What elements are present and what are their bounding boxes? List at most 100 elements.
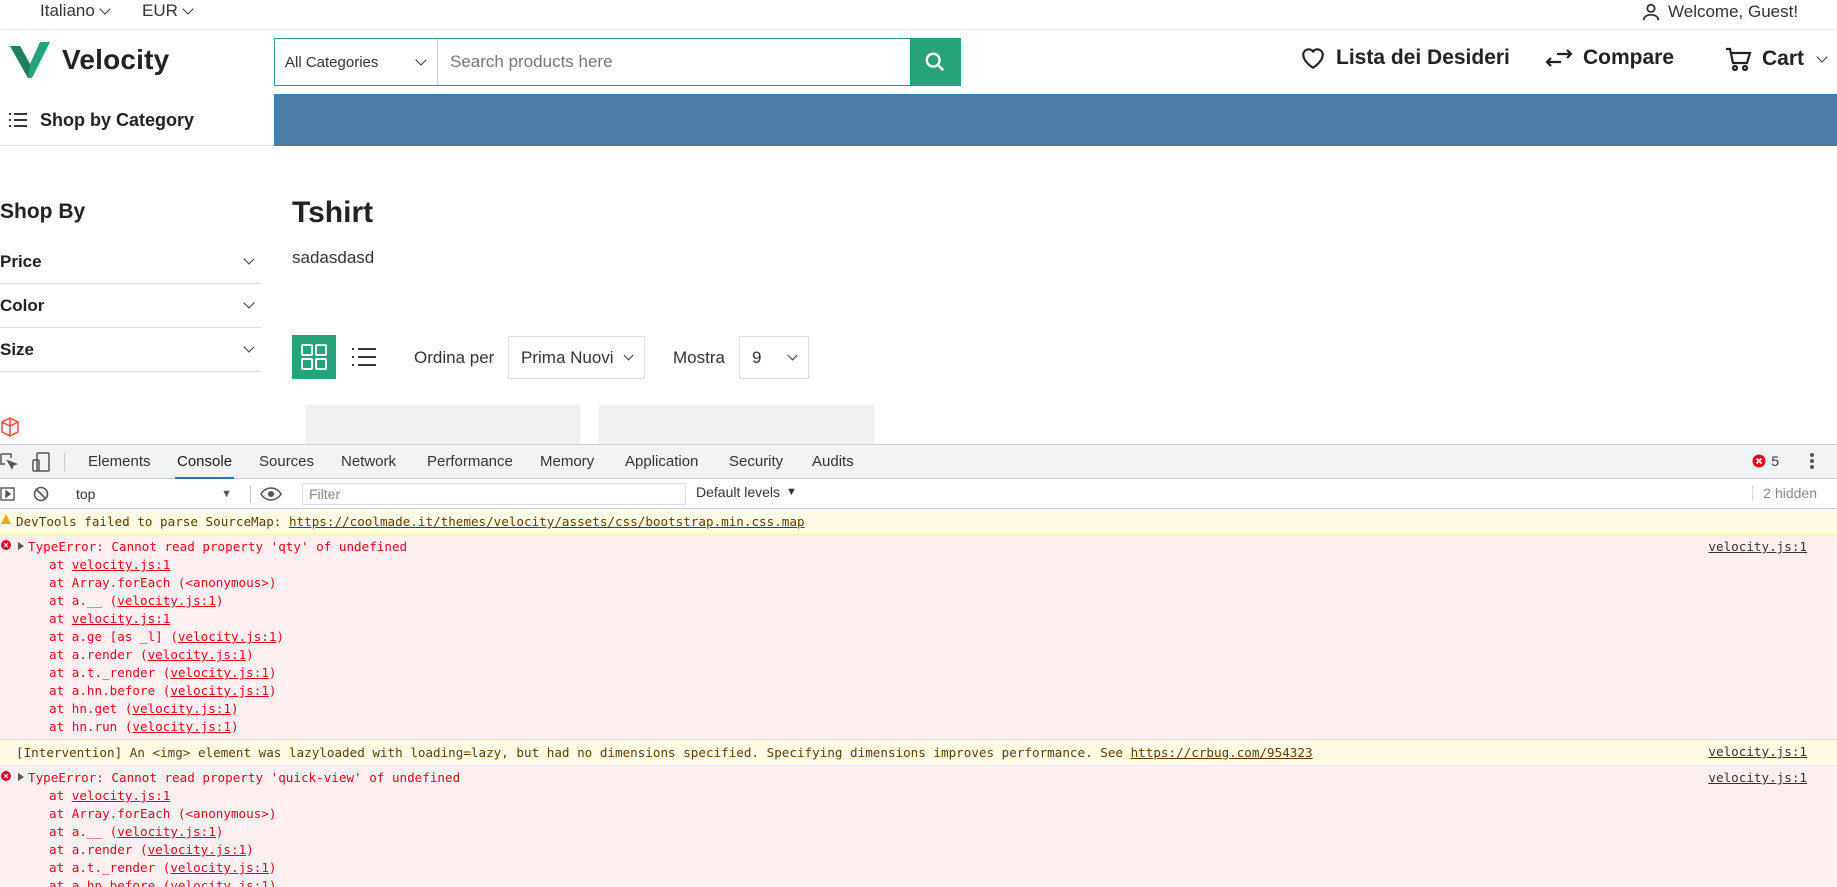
filter-label: Price (0, 251, 42, 271)
compare-link[interactable]: Compare (1545, 46, 1674, 70)
filter-size[interactable]: Size (0, 328, 261, 372)
stack-link[interactable]: velocity.js:1 (132, 719, 231, 734)
error-expand-toggle[interactable]: TypeError: Cannot read property 'quick-v… (0, 769, 1837, 787)
per-page-dropdown[interactable]: 9 (739, 336, 809, 379)
tab-network[interactable]: Network (339, 445, 398, 479)
tab-divider (64, 453, 65, 471)
tab-elements[interactable]: Elements (86, 445, 153, 479)
filter-color[interactable]: Color (0, 284, 261, 328)
language-selector[interactable]: Italiano (40, 0, 111, 22)
stack-link[interactable]: velocity.js:1 (170, 665, 269, 680)
laravel-debugbar-icon[interactable] (0, 410, 26, 444)
tab-security[interactable]: Security (727, 445, 785, 479)
context-value: top (76, 486, 96, 502)
cart-icon (1726, 47, 1752, 72)
logo[interactable]: Velocity (8, 40, 169, 80)
log-levels-dropdown[interactable]: Default levels ▼ (696, 484, 797, 500)
expand-triangle-icon (18, 542, 24, 550)
hidden-messages-count: 2 hidden (1752, 485, 1817, 501)
chevron-down-icon (415, 53, 427, 66)
error-expand-toggle[interactable]: TypeError: Cannot read property 'qty' of… (0, 538, 1837, 556)
crbug-link[interactable]: https://crbug.com/954323 (1131, 745, 1313, 760)
per-page-value: 9 (752, 347, 762, 367)
context-selector[interactable]: top ▼ (68, 484, 240, 504)
chevron-down-icon (243, 253, 255, 265)
stack-link[interactable]: velocity.js:1 (117, 593, 216, 608)
chevron-down-icon (243, 297, 255, 309)
site-header: Velocity All Categories Lista dei Deside… (0, 30, 1837, 94)
cart-label: Cart (1762, 47, 1805, 70)
sort-label: Ordina per (414, 348, 495, 367)
error-count-badge[interactable]: 5 (1752, 453, 1779, 469)
sort-dropdown[interactable]: Prima Nuovi (508, 336, 645, 379)
cart-link[interactable]: Cart (1724, 46, 1828, 72)
stack-link[interactable]: velocity.js:1 (170, 860, 269, 875)
tab-memory[interactable]: Memory (538, 445, 596, 479)
expand-triangle-icon (18, 773, 24, 781)
main-nav: Shop by Category (0, 94, 1837, 146)
stack-link[interactable]: velocity.js:1 (148, 842, 247, 857)
compare-label: Compare (1583, 46, 1675, 69)
stack-link[interactable]: velocity.js:1 (72, 611, 171, 626)
stack-link[interactable]: velocity.js:1 (170, 878, 269, 887)
tab-performance[interactable]: Performance (425, 445, 515, 479)
chevron-down-icon (182, 2, 194, 15)
source-link[interactable]: velocity.js:1 (1708, 744, 1807, 759)
stack-link[interactable]: velocity.js:1 (72, 788, 171, 803)
eye-icon[interactable] (260, 487, 282, 501)
sort-value: Prima Nuovi (521, 347, 614, 367)
filter-price[interactable]: Price (0, 240, 261, 284)
tab-application[interactable]: Application (623, 445, 700, 479)
search-button[interactable] (910, 39, 960, 85)
product-card[interactable] (305, 405, 580, 445)
chevron-down-icon (787, 350, 798, 360)
shop-by-category-button[interactable]: Shop by Category (0, 94, 274, 146)
page-title: Tshirt (292, 196, 374, 229)
tab-console[interactable]: Console (175, 445, 235, 479)
stack-link[interactable]: velocity.js:1 (178, 629, 277, 644)
inspect-element-icon[interactable] (0, 453, 18, 471)
device-toolbar-icon[interactable] (32, 452, 50, 472)
product-card[interactable] (599, 405, 874, 445)
more-options-icon[interactable] (1809, 451, 1815, 473)
velocity-logo-icon (10, 42, 50, 78)
toolbar-divider (250, 485, 251, 503)
top-bar: Italiano EUR Welcome, Guest! (0, 0, 1837, 30)
category-label: All Categories (285, 53, 379, 71)
console-filter-input[interactable] (302, 483, 686, 505)
show-label: Mostra (673, 348, 725, 367)
currency-selector[interactable]: EUR (142, 0, 194, 22)
account-menu[interactable]: Welcome, Guest! (1640, 1, 1798, 23)
user-icon (1642, 3, 1660, 21)
stack-link[interactable]: velocity.js:1 (170, 683, 269, 698)
filter-label: Size (0, 339, 35, 359)
console-error: TypeError: Cannot read property 'qty' of… (0, 535, 1837, 740)
source-link[interactable]: velocity.js:1 (1708, 770, 1807, 785)
show-sidebar-icon[interactable] (0, 486, 16, 502)
shop-by-category-label: Shop by Category (40, 109, 195, 130)
search-icon (925, 52, 945, 72)
tab-audits[interactable]: Audits (810, 445, 856, 479)
stack-link[interactable]: velocity.js:1 (72, 557, 171, 572)
wishlist-label: Lista dei Desideri (1336, 46, 1510, 69)
sourcemap-link[interactable]: https://coolmade.it/themes/velocity/asse… (289, 514, 805, 529)
stack-link[interactable]: velocity.js:1 (148, 647, 247, 662)
category-dropdown[interactable]: All Categories (275, 39, 438, 85)
stack-link[interactable]: velocity.js:1 (117, 824, 216, 839)
wishlist-link[interactable]: Lista dei Desideri (1300, 46, 1510, 70)
clear-console-icon[interactable] (33, 486, 49, 502)
source-link[interactable]: velocity.js:1 (1708, 539, 1807, 554)
language-label: Italiano (40, 1, 95, 20)
error-text: TypeError: Cannot read property 'quick-v… (28, 770, 461, 785)
welcome-text: Welcome, Guest! (1668, 2, 1799, 21)
heart-icon (1302, 48, 1324, 70)
search-input[interactable] (438, 39, 910, 85)
warning-icon (1, 514, 11, 524)
filter-label: Color (0, 295, 45, 315)
stack-link[interactable]: velocity.js:1 (132, 701, 231, 716)
list-view-button[interactable] (346, 335, 382, 379)
warning-text: DevTools failed to parse SourceMap: (16, 514, 289, 529)
grid-view-button[interactable] (292, 335, 336, 379)
tab-sources[interactable]: Sources (257, 445, 316, 479)
error-text: TypeError: Cannot read property 'qty' of… (28, 539, 408, 554)
